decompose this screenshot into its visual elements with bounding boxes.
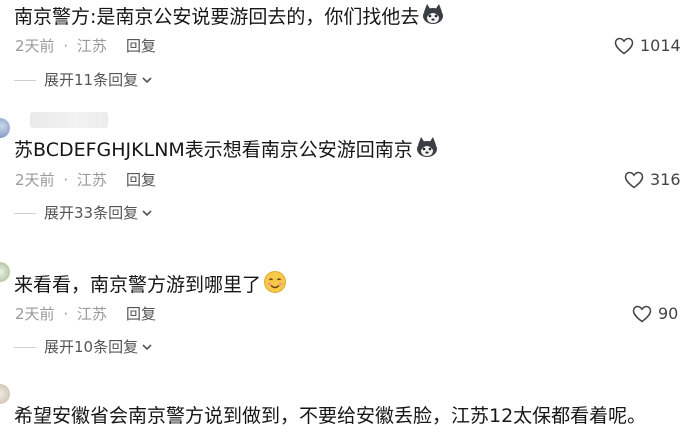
- comment-1-time: 2天前: [15, 37, 55, 55]
- smiling-face-emoji-icon: [263, 270, 287, 301]
- comment-1-meta: 2天前 · 江苏: [15, 36, 107, 56]
- comment-1-like-count: 1014: [640, 36, 681, 55]
- avatar[interactable]: [0, 118, 10, 138]
- meta-separator: ·: [63, 171, 69, 189]
- husky-emoji-icon: [415, 136, 439, 165]
- heart-icon: [624, 171, 644, 189]
- meta-separator: ·: [63, 37, 69, 55]
- husky-emoji-icon: [421, 3, 445, 32]
- comment-3-time: 2天前: [15, 305, 55, 323]
- comment-2-like-button[interactable]: 316: [624, 170, 681, 190]
- comment-3-body: 来看看，南京警方游到哪里了: [14, 274, 262, 296]
- expand-label: 展开33条回复: [44, 204, 139, 222]
- expand-divider: [14, 212, 36, 214]
- comment-3-text: 来看看，南京警方游到哪里了: [14, 270, 287, 301]
- comment-3-like-button[interactable]: 90: [632, 304, 678, 324]
- comment-1-body: 南京警方:是南京公安说要游回去的，你们找他去: [14, 6, 420, 28]
- comment-3-like-count: 90: [658, 304, 679, 323]
- avatar[interactable]: [0, 262, 10, 282]
- comment-4-text: 希望安徽省会南京警方说到做到，不要给安徽丢脸，江苏12太保都看着呢。: [14, 403, 646, 429]
- comment-1-text: 南京警方:是南京公安说要游回去的，你们找他去: [14, 3, 445, 32]
- comment-2-meta: 2天前 · 江苏: [15, 170, 107, 190]
- comment-2-location: 江苏: [76, 171, 107, 189]
- avatar[interactable]: [0, 384, 10, 404]
- heart-icon: [614, 37, 634, 55]
- expand-divider: [14, 346, 36, 348]
- comment-1-like-button[interactable]: 1014: [614, 36, 681, 56]
- comment-2-body: 苏BCDEFGHJKLNM表示想看南京公安游回南京: [14, 139, 413, 161]
- chevron-down-icon: [142, 344, 152, 351]
- comment-2-time: 2天前: [15, 171, 55, 189]
- expand-divider: [14, 79, 36, 81]
- comment-3-location: 江苏: [76, 305, 107, 323]
- comment-3-meta: 2天前 · 江苏: [15, 304, 107, 324]
- comment-3-reply-button[interactable]: 回复: [126, 304, 156, 324]
- comment-1-reply-button[interactable]: 回复: [126, 36, 156, 56]
- chevron-down-icon: [142, 77, 152, 84]
- chevron-down-icon: [142, 210, 152, 217]
- comment-3-expand-replies[interactable]: 展开10条回复: [14, 337, 153, 357]
- expand-label: 展开10条回复: [44, 338, 139, 356]
- expand-label: 展开11条回复: [44, 71, 139, 89]
- heart-icon: [632, 305, 652, 323]
- meta-separator: ·: [63, 305, 69, 323]
- comment-2-expand-replies[interactable]: 展开33条回复: [14, 203, 153, 223]
- comment-2-reply-button[interactable]: 回复: [126, 170, 156, 190]
- comment-2-text: 苏BCDEFGHJKLNM表示想看南京公安游回南京: [14, 136, 439, 165]
- comment-1-location: 江苏: [76, 37, 107, 55]
- comment-4-body: 希望安徽省会南京警方说到做到，不要给安徽丢脸，江苏12太保都看着呢。: [14, 405, 647, 427]
- comment-2-like-count: 316: [650, 170, 681, 189]
- username-blurred[interactable]: [30, 112, 108, 128]
- comment-1-expand-replies[interactable]: 展开11条回复: [14, 70, 153, 90]
